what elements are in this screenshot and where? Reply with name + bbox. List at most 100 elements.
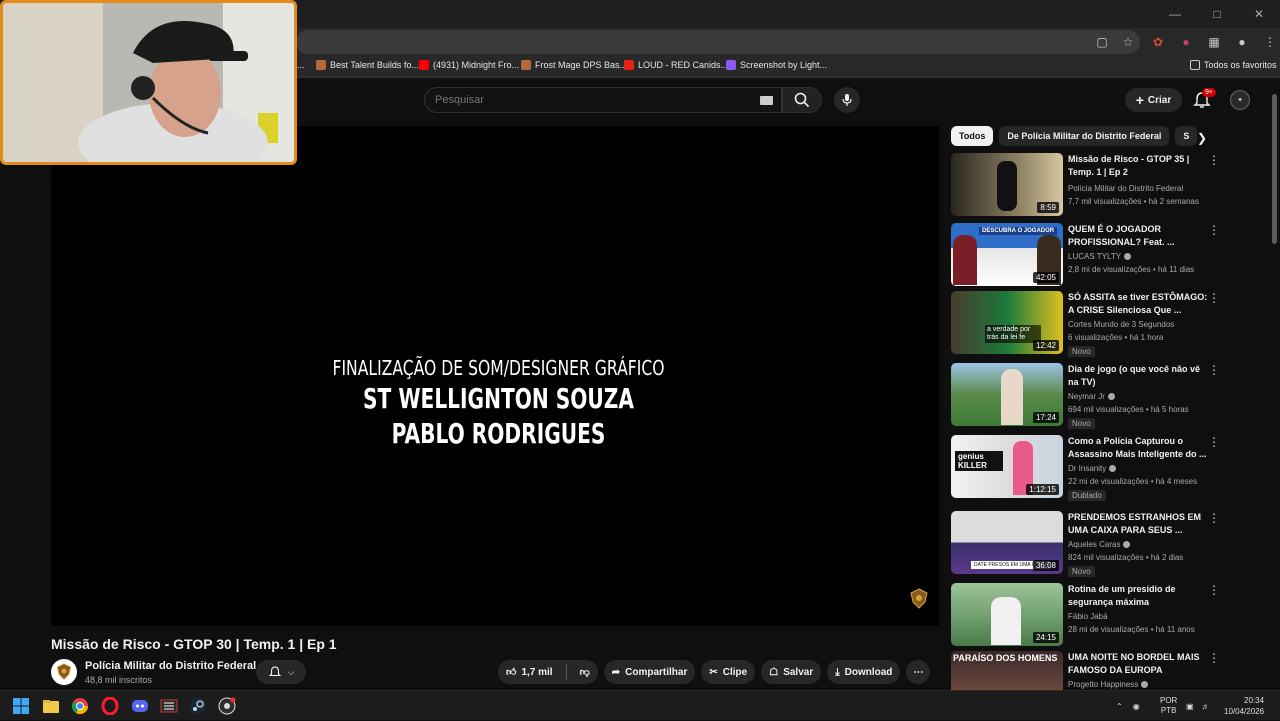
recommendation-item[interactable]: DATE PRESOS EM UMA CAIXA 36:08 PRENDEMOS…	[951, 511, 1263, 577]
dislike-button[interactable]: 👎︎	[571, 660, 598, 684]
chrome-icon[interactable]	[71, 697, 89, 715]
recommendation-channel[interactable]: Neymar Jr	[1068, 392, 1115, 401]
more-vertical-icon[interactable]: ⋮	[1208, 154, 1220, 169]
browser-menu-icon[interactable]: ⋮	[1262, 34, 1278, 50]
video-thumbnail[interactable]: DATE PRESOS EM UMA CAIXA 36:08	[951, 511, 1063, 574]
chevron-up-icon[interactable]: ⌃	[1116, 702, 1123, 711]
extension-icons: ✿ ● ▦ ● ⋮	[1150, 34, 1278, 50]
recommendation-channel[interactable]: Cortes Mundo de 3 Segundos	[1068, 320, 1174, 329]
create-button[interactable]: + Criar	[1125, 88, 1182, 112]
account-avatar[interactable]: ✦	[1230, 90, 1250, 110]
share-label: Compartilhar	[625, 666, 688, 678]
credit-line: FINALIZAÇÃO DE SOM/DESIGNER GRÁFICO	[332, 356, 665, 380]
recommendation-channel[interactable]: LUCAS TYLTY	[1068, 252, 1132, 261]
recommendation-title: Rotina de um presídio de segurança máxima	[1068, 584, 1176, 607]
keyboard-icon[interactable]	[760, 96, 773, 105]
more-vertical-icon[interactable]: ⋮	[1208, 364, 1220, 379]
opera-icon[interactable]	[101, 697, 119, 715]
network-icon[interactable]: ▣	[1186, 702, 1194, 711]
verified-icon	[1124, 253, 1132, 261]
profile-icon[interactable]: ●	[1234, 34, 1250, 50]
microphone-tray-icon[interactable]: ◉	[1133, 702, 1140, 711]
puzzle-extensions-icon[interactable]: ▦	[1206, 34, 1222, 50]
channel-watermark-icon[interactable]	[909, 588, 929, 610]
thumbnail-caption: DESCUBRA O JOGADOR	[979, 227, 1058, 235]
more-vertical-icon[interactable]: ⋮	[1208, 652, 1220, 667]
recommendation-item[interactable]: DESCUBRA O JOGADOR 42:05 QUEM É O JOGADO…	[951, 223, 1263, 289]
video-thumbnail[interactable]: 17:24	[951, 363, 1063, 426]
share-button[interactable]: ➦ Compartilhar	[603, 660, 696, 684]
chip-channel[interactable]: De Polícia Militar do Distrito Federal	[999, 126, 1170, 146]
sound-mixer-icon[interactable]	[160, 697, 178, 715]
bookmark-item[interactable]: Screenshot by Light...	[726, 60, 827, 70]
minimize-icon[interactable]: —	[1154, 0, 1196, 28]
steam-icon[interactable]	[189, 697, 207, 715]
video-duration: 1:12:15	[1026, 484, 1059, 495]
windows-start-icon[interactable]	[12, 697, 30, 715]
recommendation-item[interactable]: PARAÍSO DOS HOMENS UMA NOITE NO BORDEL M…	[951, 651, 1263, 690]
recommendation-item[interactable]: genius KILLER 1:12:15 Como a Polícia Cap…	[951, 435, 1263, 501]
channel-name[interactable]: Polícia Militar do Distrito Federal	[85, 660, 256, 672]
recommendation-item[interactable]: 8:59 Missão de Risco - GTOP 35 | Temp. 1 …	[951, 153, 1263, 219]
file-explorer-icon[interactable]	[42, 697, 60, 715]
more-vertical-icon[interactable]: ⋮	[1208, 512, 1220, 527]
search-input[interactable]	[425, 88, 745, 112]
channel-avatar[interactable]	[51, 659, 77, 685]
video-thumbnail[interactable]: PARAÍSO DOS HOMENS	[951, 651, 1063, 690]
save-button[interactable]: ☖ Salvar	[761, 660, 822, 684]
video-player[interactable]: FINALIZAÇÃO DE SOM/DESIGNER GRÁFICO ST W…	[51, 126, 939, 626]
recommendation-channel[interactable]: Fábio Jabá	[1068, 612, 1108, 621]
recommendation-channel[interactable]: Polícia Militar do Distrito Federal	[1068, 184, 1183, 193]
maple-leaf-extension-icon[interactable]: ✿	[1150, 34, 1166, 50]
recommendation-channel[interactable]: Progetto Happiness	[1068, 680, 1149, 689]
more-vertical-icon[interactable]: ⋮	[1208, 224, 1220, 239]
recommendation-channel[interactable]: Dr Insanity	[1068, 464, 1117, 473]
search-button[interactable]	[782, 87, 822, 113]
scrollbar-thumb[interactable]	[1272, 94, 1277, 244]
subscriber-count: 48,8 mil inscritos	[85, 675, 153, 685]
maximize-icon[interactable]: □	[1196, 0, 1238, 28]
recommendation-item[interactable]: a verdade por trás da lei fe 12:42 SÓ AS…	[951, 291, 1263, 357]
clip-button[interactable]: ✂ Clipe	[701, 660, 756, 684]
all-bookmarks-folder[interactable]: Todos os favoritos	[1190, 60, 1277, 70]
chip-all[interactable]: Todos	[951, 126, 994, 146]
like-button[interactable]: 👍︎ 1,7 mil	[498, 660, 561, 684]
close-icon[interactable]: ✕	[1238, 0, 1280, 28]
bookmark-item[interactable]: Best Talent Builds fo...	[316, 60, 419, 70]
credit-line: PABLO RODRIGUES	[391, 417, 606, 450]
bookmark-item[interactable]: Frost Mage DPS Bas...	[521, 60, 627, 70]
new-badge: Novo	[1068, 346, 1095, 357]
video-thumbnail[interactable]: DESCUBRA O JOGADOR 42:05	[951, 223, 1063, 286]
omnibox[interactable]	[296, 30, 1140, 54]
more-vertical-icon[interactable]: ⋮	[1208, 584, 1220, 599]
language-indicator[interactable]: POR PTB	[1160, 691, 1177, 721]
video-thumbnail[interactable]: 24:15	[951, 583, 1063, 646]
video-thumbnail[interactable]: 8:59	[951, 153, 1063, 216]
bookmark-item[interactable]: ...	[297, 60, 305, 70]
extension-badge-icon[interactable]: ●	[1178, 34, 1194, 50]
more-actions-button[interactable]: ⋯	[906, 660, 931, 684]
bookmark-star-icon[interactable]: ☆	[1120, 34, 1136, 50]
thumbnail-figure	[991, 597, 1021, 645]
voice-search-button[interactable]	[834, 87, 860, 113]
discord-icon[interactable]	[131, 697, 149, 715]
volume-icon[interactable]: ♬	[1202, 702, 1210, 711]
more-vertical-icon[interactable]: ⋮	[1208, 292, 1220, 307]
system-clock[interactable]: 20:34 10/04/2026	[1224, 695, 1264, 717]
video-thumbnail[interactable]: genius KILLER 1:12:15	[951, 435, 1063, 498]
recommendation-channel[interactable]: Aqueles Caras	[1068, 540, 1131, 549]
video-thumbnail[interactable]: a verdade por trás da lei fe 12:42	[951, 291, 1063, 354]
install-app-icon[interactable]: ▢	[1094, 34, 1110, 50]
page-scrollbar[interactable]	[1270, 80, 1278, 690]
recommendation-item[interactable]: 17:24 Dia de jogo (o que você não vê na T…	[951, 363, 1263, 429]
credit-line: ST WELLIGNTON SOUZA	[363, 382, 634, 415]
recommendation-item[interactable]: 24:15 Rotina de um presídio de segurança …	[951, 583, 1263, 649]
bookmark-item[interactable]: LOUD - RED Canids...	[624, 60, 728, 70]
chips-next-button[interactable]: ❯	[1192, 128, 1212, 148]
bookmark-item[interactable]: (4931) Midnight Fro...	[419, 60, 519, 70]
obs-icon[interactable]	[218, 697, 236, 715]
subscription-bell-button[interactable]: ⌵	[256, 660, 306, 684]
verified-icon	[1141, 681, 1149, 689]
more-vertical-icon[interactable]: ⋮	[1208, 436, 1220, 451]
download-button[interactable]: ⤓ Download	[827, 660, 901, 684]
